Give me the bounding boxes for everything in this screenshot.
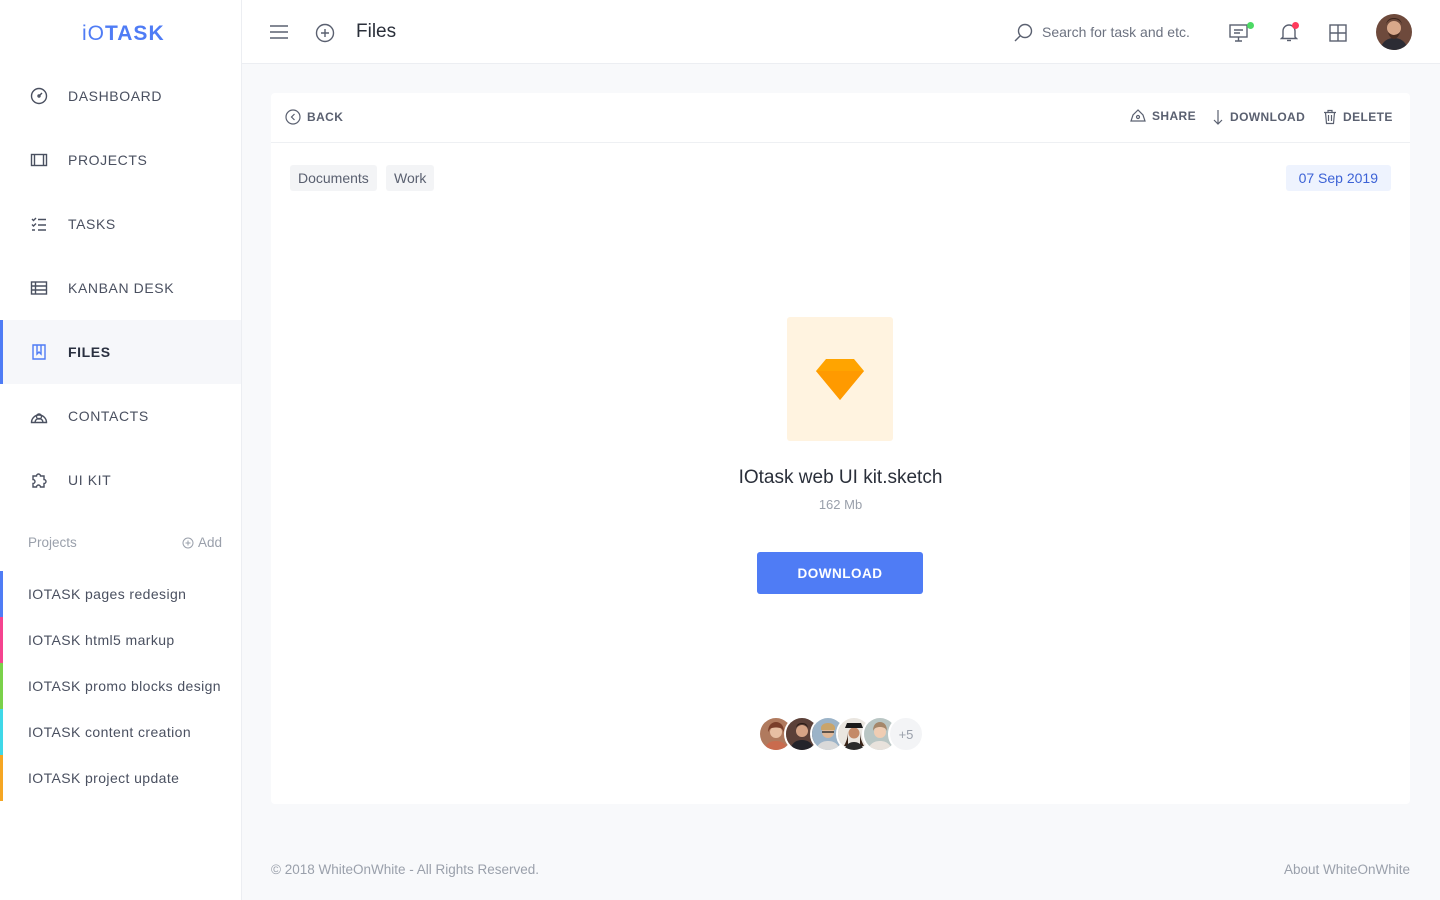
plus-circle-icon [182,537,194,548]
top-header: Files [242,0,1440,64]
project-item[interactable]: IOTASK promo blocks design [0,663,241,709]
add-project-label: Add [197,535,222,550]
footer-copyright: © 2018 WhiteOnWhite - All Rights Reserve… [271,862,540,877]
sketch-diamond-icon [816,359,864,400]
download-arrow-icon [1213,110,1223,125]
project-item[interactable]: IOTASK project update [0,755,241,801]
user-avatar[interactable] [1376,14,1412,50]
share-label: SHARE [1152,109,1197,123]
logo-suffix: TASK [105,22,165,45]
sidebar-item-tasks[interactable]: TASKS [0,192,241,256]
files-icon [28,341,50,363]
grid-layout-icon[interactable] [1327,22,1349,44]
delete-label: DELETE [1343,110,1393,124]
sidebar-item-label: DASHBOARD [68,88,163,104]
delete-button[interactable]: DELETE [1323,109,1393,125]
search-icon[interactable] [1012,21,1034,43]
add-circle-icon[interactable] [314,22,336,44]
sidebar-item-ui-kit[interactable]: UI KIT [0,448,241,512]
download-label: DOWNLOAD [1230,110,1306,124]
sidebar-item-kanban-desk[interactable]: KANBAN DESK [0,256,241,320]
sidebar: iOTASK DASHBOARD PROJECTS TASKS KANBAN D… [0,0,242,900]
footer-about-link[interactable]: About WhiteOnWhite [1284,862,1410,877]
file-date-badge: 07 Sep 2019 [1285,165,1391,191]
sidebar-item-dashboard[interactable]: DASHBOARD [0,64,241,128]
file-size: 162 Mb [818,497,863,512]
file-detail-card: BACK SHARE DOWNLOAD DELETE Documents Wor… [271,93,1410,804]
add-project-button[interactable]: Add [182,535,222,550]
sidebar-item-files[interactable]: FILES [0,320,241,384]
file-preview [787,317,893,441]
back-label: BACK [307,110,344,124]
share-button[interactable]: SHARE [1130,109,1196,123]
sidebar-item-label: PROJECTS [68,152,148,168]
shared-members: +5 [758,716,924,752]
tasks-checklist-icon [28,213,50,235]
page-title: Files [356,21,397,42]
puzzle-icon [28,469,50,491]
trash-icon [1324,109,1336,125]
project-item[interactable]: IOTASK pages redesign [0,571,241,617]
projects-heading: Projects Add [28,535,222,550]
back-arrow-icon [285,109,301,125]
messages-status-dot [1247,22,1254,29]
file-name: IOtask web UI kit.sketch [738,467,943,488]
app-logo[interactable]: iOTASK [82,22,165,46]
back-button[interactable]: BACK [285,109,343,125]
search-input[interactable] [1042,20,1202,44]
projects-heading-label: Projects [28,535,77,550]
sidebar-item-label: UI KIT [68,472,112,488]
sidebar-item-label: TASKS [68,216,116,232]
sidebar-item-projects[interactable]: PROJECTS [0,128,241,192]
more-members-badge[interactable]: +5 [888,716,924,752]
menu-hamburger-icon[interactable] [268,22,290,42]
tag-work[interactable]: Work [386,165,435,191]
dashboard-gauge-icon [28,85,50,107]
contacts-icon [28,405,50,427]
tag-documents[interactable]: Documents [290,165,377,191]
download-button[interactable]: DOWNLOAD [757,552,923,594]
logo-prefix: iO [82,22,105,45]
project-item[interactable]: IOTASK content creation [0,709,241,755]
kanban-table-icon [28,277,50,299]
notifications-status-dot [1292,22,1299,29]
share-icon [1130,109,1146,122]
sidebar-item-label: FILES [68,344,111,360]
project-item[interactable]: IOTASK html5 markup [0,617,241,663]
sidebar-item-label: KANBAN DESK [68,280,175,296]
toolbar-download-button[interactable]: DOWNLOAD [1212,109,1305,125]
sidebar-item-label: CONTACTS [68,408,149,424]
file-toolbar: BACK SHARE DOWNLOAD DELETE [271,93,1410,143]
sidebar-item-contacts[interactable]: CONTACTS [0,384,241,448]
projects-icon [28,149,50,171]
